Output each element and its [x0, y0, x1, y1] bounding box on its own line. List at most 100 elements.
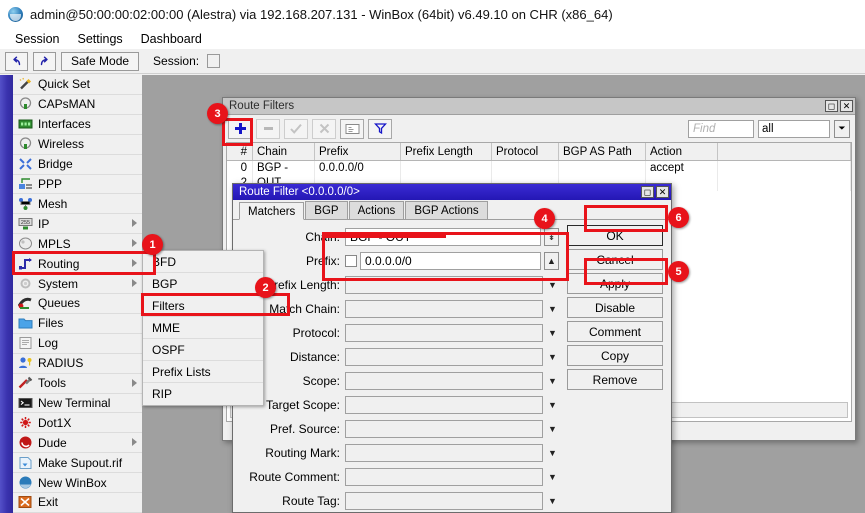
dialog-close-icon[interactable]: ✕ [656, 186, 669, 198]
submenu-item-rip[interactable]: RIP [143, 383, 263, 405]
sidebar-item-dude[interactable]: Dude [13, 433, 142, 453]
tab-bgp-actions[interactable]: BGP Actions [405, 201, 487, 219]
sidebar-item-wireless[interactable]: Wireless [13, 135, 142, 155]
column-header[interactable]: BGP AS Path [559, 143, 646, 160]
undo-icon[interactable] [5, 52, 28, 71]
session-input[interactable] [207, 54, 220, 68]
column-header[interactable]: Prefix [315, 143, 401, 160]
submenu-item-bfd[interactable]: BFD [143, 251, 263, 273]
route-filters-comment-button[interactable] [340, 119, 364, 139]
sidebar-item-exit[interactable]: Exit [13, 493, 142, 513]
column-header[interactable]: Protocol [492, 143, 559, 160]
safe-mode-button[interactable]: Safe Mode [61, 52, 139, 71]
field-control-prefix-length: ▼ [345, 276, 563, 294]
input-distance[interactable] [345, 348, 543, 366]
submenu-item-prefix-lists[interactable]: Prefix Lists [143, 361, 263, 383]
search-input[interactable]: Find [688, 120, 754, 138]
tab-matchers[interactable]: Matchers [239, 202, 304, 220]
chevron-down-icon[interactable]: ▼ [546, 349, 559, 365]
sidebar-item-radius[interactable]: RADIUS [13, 354, 142, 374]
tab-actions[interactable]: Actions [349, 201, 405, 219]
column-header[interactable]: # [227, 143, 253, 160]
route-filters-remove-button[interactable] [256, 119, 280, 139]
chevron-down-icon[interactable]: ▼ [546, 421, 559, 437]
field-control-prefix: 0.0.0.0/0▲ [345, 252, 563, 270]
input-prefix[interactable]: 0.0.0.0/0 [360, 252, 541, 270]
sidebar-item-quick-set[interactable]: Quick Set [13, 75, 142, 95]
sidebar-item-new-winbox[interactable]: New WinBox [13, 473, 142, 493]
sidebar-item-tools[interactable]: Tools [13, 374, 142, 394]
chevron-down-icon[interactable]: ⏷ [834, 120, 850, 138]
column-header[interactable]: Chain [253, 143, 315, 160]
redo-icon[interactable] [33, 52, 56, 71]
route-filters-disable-button[interactable] [312, 119, 336, 139]
input-match-chain[interactable] [345, 300, 543, 318]
close-icon[interactable]: ✕ [840, 100, 853, 112]
disable-button[interactable]: Disable [567, 297, 663, 318]
chevron-down-icon[interactable]: ▼ [546, 325, 559, 341]
sidebar-item-mesh[interactable]: Mesh [13, 194, 142, 214]
chevron-up-icon[interactable]: ▲ [544, 252, 559, 270]
input-target-scope[interactable] [345, 396, 543, 414]
comment-button[interactable]: Comment [567, 321, 663, 342]
sidebar-item-files[interactable]: Files [13, 314, 142, 334]
submenu-item-bgp[interactable]: BGP [143, 273, 263, 295]
column-header[interactable]: Action [646, 143, 718, 160]
chevron-down-icon[interactable]: ▼ [546, 445, 559, 461]
input-prefix-length[interactable] [345, 276, 543, 294]
sidebar-item-queues[interactable]: Queues [13, 294, 142, 314]
route-filters-enable-button[interactable] [284, 119, 308, 139]
input-chain[interactable]: BGP - OUT [345, 228, 541, 246]
apply-button[interactable]: Apply [567, 273, 663, 294]
menu-dashboard[interactable]: Dashboard [132, 30, 211, 48]
remove-button[interactable]: Remove [567, 369, 663, 390]
dialog-titlebar: Route Filter <0.0.0.0/0> ◻ ✕ [233, 184, 671, 200]
chevron-down-icon[interactable]: ↡ [544, 228, 559, 246]
input-protocol[interactable] [345, 324, 543, 342]
tab-bgp[interactable]: BGP [305, 201, 347, 219]
table-row[interactable]: 0BGP - OUT0.0.0.0/0accept [227, 161, 851, 176]
maximize-icon[interactable]: ◻ [825, 100, 838, 112]
chevron-down-icon[interactable]: ▼ [546, 277, 559, 293]
sidebar-item-dot1x[interactable]: Dot1X [13, 413, 142, 433]
chevron-down-icon[interactable]: ▼ [546, 373, 559, 389]
input-route-tag[interactable] [345, 492, 543, 510]
sidebar-item-ppp[interactable]: PPP [13, 175, 142, 195]
submenu-item-filters[interactable]: Filters [143, 295, 263, 317]
chevron-down-icon[interactable]: ▼ [546, 301, 559, 317]
sidebar-item-bridge[interactable]: Bridge [13, 155, 142, 175]
sidebar-item-make-supout-rif[interactable]: Make Supout.rif [13, 453, 142, 473]
submenu-item-ospf[interactable]: OSPF [143, 339, 263, 361]
route-filters-add-button[interactable] [228, 119, 252, 139]
routing-icon [18, 257, 33, 271]
checkbox-prefix[interactable] [345, 255, 357, 267]
table-header: #ChainPrefixPrefix LengthProtocolBGP AS … [227, 143, 851, 161]
sidebar-item-interfaces[interactable]: Interfaces [13, 115, 142, 135]
sidebar-item-capsman[interactable]: CAPsMAN [13, 95, 142, 115]
sidebar-item-new-terminal[interactable]: New Terminal [13, 394, 142, 414]
cancel-button[interactable]: Cancel [567, 249, 663, 270]
menu-settings[interactable]: Settings [68, 30, 131, 48]
sidebar-item-system[interactable]: System [13, 274, 142, 294]
sidebar-item-ip[interactable]: 255IP [13, 214, 142, 234]
chevron-down-icon[interactable]: ▼ [546, 469, 559, 485]
menu-session[interactable]: Session [6, 30, 68, 48]
input-pref-source[interactable] [345, 420, 543, 438]
sidebar-item-mpls[interactable]: MPLS [13, 234, 142, 254]
dialog-body: Chain:BGP - OUT↡Prefix:0.0.0.0/0▲Prefix … [233, 220, 671, 513]
input-route-comment[interactable] [345, 468, 543, 486]
input-scope[interactable] [345, 372, 543, 390]
sidebar-item-log[interactable]: Log [13, 334, 142, 354]
ok-button[interactable]: OK [567, 225, 663, 246]
input-routing-mark[interactable] [345, 444, 543, 462]
copy-button[interactable]: Copy [567, 345, 663, 366]
sidebar-item-routing[interactable]: Routing [13, 254, 142, 274]
chevron-down-icon[interactable]: ▼ [546, 493, 559, 509]
dialog-maximize-icon[interactable]: ◻ [641, 186, 654, 198]
filter-select-value[interactable]: all [758, 120, 830, 138]
route-filters-filter-button[interactable] [368, 119, 392, 139]
chevron-down-icon[interactable]: ▼ [546, 397, 559, 413]
column-header[interactable]: Prefix Length [401, 143, 492, 160]
column-header[interactable] [718, 143, 851, 160]
submenu-item-mme[interactable]: MME [143, 317, 263, 339]
